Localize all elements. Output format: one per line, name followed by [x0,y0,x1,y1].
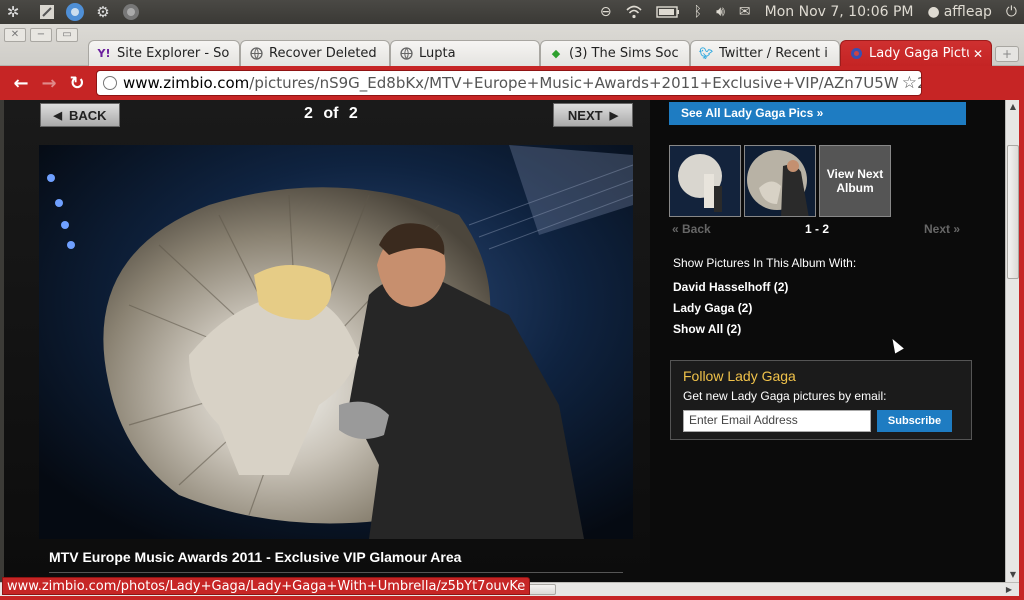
browser-tab-strip: ✕ − ▭ Y! Site Explorer - So Recover Dele… [0,24,1024,66]
filter-link-show-all[interactable]: Show All (2) [673,322,741,336]
tab-close-icon[interactable]: ✕ [969,47,983,61]
user-name: affleap [943,4,992,20]
bookmark-star-icon[interactable]: ☆ [898,73,917,93]
globe-icon [249,47,263,61]
tab-twitter[interactable]: 🐦︎ Twitter / Recent i [690,40,840,66]
window-maximize-button[interactable]: ▭ [56,28,78,42]
page-content: ◀ BACK 2 of 2 NEXT ▶ MTV Europe Music Aw… [4,100,1005,582]
pager-next-link[interactable]: Next » [924,222,960,236]
pager-range: 1 - 2 [805,222,830,236]
pager-back-link[interactable]: « Back [672,222,711,236]
scroll-down-arrow-icon[interactable]: ▼ [1007,569,1019,581]
address-host: www.zimbio.com [123,74,250,92]
filter-heading: Show Pictures In This Album With: [673,256,857,270]
subscribe-button[interactable]: Subscribe [877,410,952,432]
tab-label: Recover Deleted [269,46,377,61]
vertical-scrollbar[interactable]: ▲ ▼ [1005,100,1019,582]
battery-icon[interactable] [649,0,687,24]
window-frame-right [1019,66,1024,600]
filter-link-david-hasselhoff[interactable]: David Hasselhoff (2) [673,280,788,294]
left-triangle-icon: ◀ [53,109,62,122]
settings-gear-launcher-icon[interactable]: ⚙ [92,1,114,23]
zimbio-icon [849,47,863,61]
back-label: BACK [68,107,107,123]
status-bubble-url: www.zimbio.com/photos/Lady+Gaga/Lady+Gag… [2,577,531,595]
user-icon: ● [927,4,940,20]
follow-title: Follow Lady Gaga [683,368,796,384]
caption-divider [49,572,623,573]
user-menu[interactable]: ● affleap [921,0,999,24]
view-next-album-button[interactable]: View Next Album [819,145,891,217]
globe-icon [399,47,413,61]
follow-box: Follow Lady Gaga Get new Lady Gaga pictu… [670,360,972,440]
twitter-icon: 🐦︎ [699,47,713,60]
bluetooth-icon[interactable]: ᛒ [687,0,709,24]
tab-label: Lady Gaga Pictu [869,46,969,61]
main-photo[interactable] [39,145,633,539]
gallery-column: ◀ BACK 2 of 2 NEXT ▶ MTV Europe Music Aw… [4,100,650,582]
filter-link-lady-gaga[interactable]: Lady Gaga (2) [673,301,752,315]
tab-label: Lupta [419,46,456,61]
tab-site-explorer[interactable]: Y! Site Explorer - So [88,40,240,66]
gallery-back-button[interactable]: ◀ BACK [40,103,120,127]
back-arrow-icon[interactable]: ← [7,69,35,97]
tab-label: Site Explorer - So [117,46,230,61]
yahoo-icon: Y! [97,47,111,60]
window-minimize-button[interactable]: − [30,28,52,42]
stop-indicator-icon[interactable]: ⊖ [593,0,619,24]
see-all-pics-link[interactable]: See All Lady Gaga Pics » [669,102,966,125]
ubuntu-logo-icon[interactable]: ✲ [2,1,24,23]
forward-arrow-icon[interactable]: → [35,69,63,97]
scroll-up-arrow-icon[interactable]: ▲ [1007,101,1019,113]
tab-recover-deleted[interactable]: Recover Deleted [240,40,390,66]
text-editor-launcher-icon[interactable] [36,1,58,23]
photo-caption: MTV Europe Music Awards 2011 - Exclusive… [49,549,462,565]
browser-toolbar: ← → ↻ www.zimbio.com/pictures/nS9G_Ed8bK… [0,66,1024,157]
system-launcher-icon[interactable] [120,1,142,23]
tab-lupta[interactable]: Lupta [390,40,540,66]
scroll-right-arrow-icon[interactable]: ▶ [1003,584,1015,596]
window-frame-bottom [0,596,1024,600]
mail-icon[interactable]: ✉ [732,0,758,24]
album-thumbnail-1[interactable] [669,145,741,217]
sims-plumbob-icon: ◆ [551,47,561,60]
album-thumbnail-2[interactable] [744,145,816,217]
right-triangle-icon: ▶ [609,109,619,122]
counter-total: 2 [348,105,358,122]
tab-label: Twitter / Recent i [719,46,828,61]
next-label: NEXT [567,107,603,123]
counter-of: of [323,105,339,122]
sidebar: See All Lady Gaga Pics » View Next Album… [650,100,1005,582]
address-bar[interactable]: www.zimbio.com/pictures/nS9G_Ed8bKx/MTV+… [96,70,922,96]
wifi-icon[interactable] [619,0,649,24]
address-path: /pictures/nS9G_Ed8bKx/MTV+Europe+Music+A… [249,74,922,92]
tab-label: (3) The Sims Soc [569,46,679,61]
follow-subtitle: Get new Lady Gaga pictures by email: [683,389,887,403]
counter-current: 2 [304,105,313,122]
gallery-next-button[interactable]: NEXT ▶ [553,103,633,127]
tab-the-sims-social[interactable]: ◆ (3) The Sims Soc [540,40,690,66]
page-info-icon[interactable] [103,76,117,90]
clock[interactable]: Mon Nov 7, 10:06 PM [758,0,921,24]
window-close-button[interactable]: ✕ [4,28,26,42]
new-tab-button[interactable]: + [995,46,1019,62]
volume-icon[interactable]: 🔊︎ [709,0,732,24]
reload-icon[interactable]: ↻ [63,69,91,97]
photo-counter: 2 of 2 [304,105,358,123]
tab-lady-gaga-pictures[interactable]: Lady Gaga Pictu ✕ [840,40,992,66]
system-top-panel: ✲ ⚙ ⊖ ᛒ 🔊︎ ✉ Mon Nov 7, 10:06 PM ● afflea… [0,0,1024,24]
chromium-launcher-icon[interactable] [64,1,86,23]
vertical-scroll-thumb[interactable] [1007,145,1019,279]
email-input[interactable]: Enter Email Address [683,410,871,432]
power-icon[interactable]: ⏻ [999,0,1024,24]
